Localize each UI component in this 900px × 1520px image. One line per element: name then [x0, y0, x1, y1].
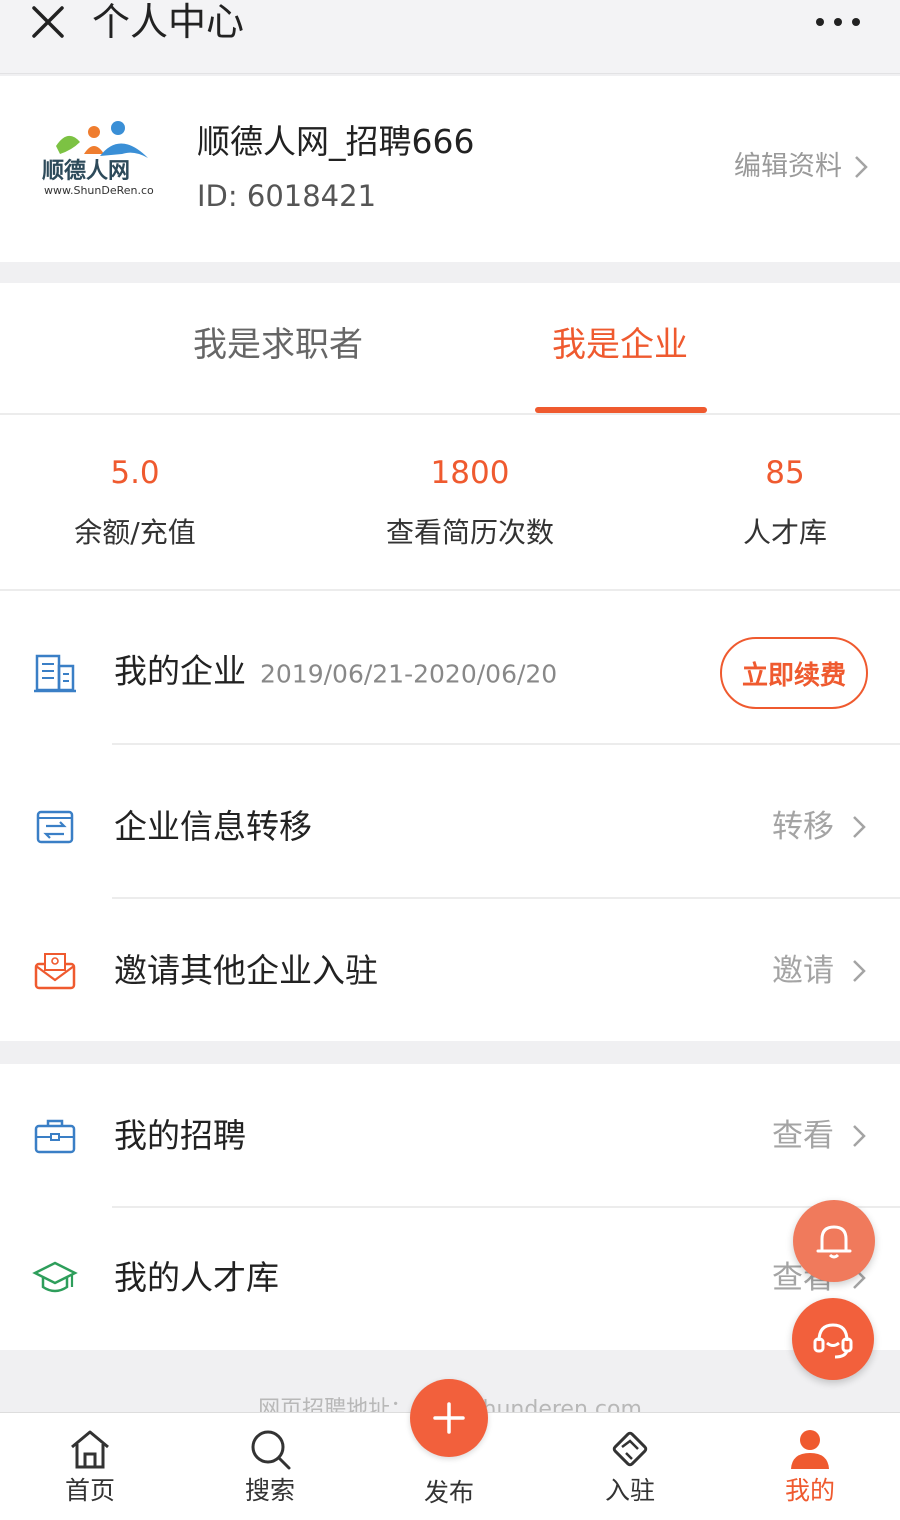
nav-label: 搜索 — [244, 1476, 295, 1505]
nav-label: 我的 — [784, 1476, 835, 1505]
edit-profile-label: 编辑资料 — [734, 151, 842, 182]
enterprise-card: 我是求职者 我是企业 5.0 余额/充值 1800 查看简历次数 85 人才库 — [0, 283, 900, 1041]
row-title: 我的企业 — [114, 651, 246, 691]
row-action-label: 邀请 — [772, 953, 834, 989]
nav-home[interactable]: 首页 — [30, 1427, 150, 1507]
nav-mine[interactable]: 我的 — [750, 1427, 870, 1507]
svg-text:顺德人网: 顺德人网 — [42, 158, 130, 184]
stat-value: 85 — [765, 455, 805, 491]
row-title: 我的招聘 — [114, 1116, 246, 1155]
chevron-right-icon — [853, 960, 866, 982]
top-bar: 个人中心 — [0, 0, 900, 74]
edit-profile-link[interactable]: 编辑资料 — [734, 150, 868, 184]
row-my-enterprise[interactable]: 我的企业 2019/06/21-2020/06/20 立即续费 — [0, 601, 900, 745]
publish-button[interactable] — [410, 1379, 488, 1457]
row-action-label: 转移 — [772, 809, 834, 845]
view-recruitment-link[interactable]: 查看 — [772, 1116, 866, 1156]
envelope-icon — [34, 953, 76, 990]
divider — [112, 743, 900, 745]
customer-service-button[interactable] — [792, 1298, 874, 1380]
briefcase-icon — [34, 1119, 76, 1154]
stat-balance[interactable]: 5.0 余额/充值 — [5, 453, 265, 551]
row-my-talent-pool[interactable]: 我的人才库 查看 — [0, 1206, 900, 1350]
row-title: 邀请其他企业入驻 — [114, 951, 378, 990]
nav-search[interactable]: 搜索 — [210, 1427, 330, 1507]
row-enterprise-transfer[interactable]: 企业信息转移 转移 — [0, 755, 900, 899]
transfer-icon — [36, 810, 74, 844]
stat-value: 5.0 — [110, 455, 160, 491]
search-icon — [251, 1430, 291, 1470]
stat-value: 1800 — [430, 455, 510, 491]
more-icon[interactable] — [810, 0, 866, 40]
bottom-nav: 首页 搜索 发布 入驻 我的 — [0, 1379, 900, 1520]
profile-name: 顺德人网_招聘666 — [197, 122, 475, 161]
profile-id: ID: 6018421 — [197, 179, 377, 213]
home-icon — [71, 1430, 109, 1469]
page-title: 个人中心 — [92, 0, 245, 44]
headset-icon — [813, 1323, 853, 1359]
close-icon[interactable] — [28, 2, 68, 42]
stat-label: 查看简历次数 — [385, 516, 554, 549]
brand-logo: 顺德人网 www.ShunDeRen.co — [42, 121, 154, 197]
tab-enterprise[interactable]: 我是企业 — [470, 323, 770, 367]
user-icon — [791, 1430, 829, 1469]
nav-join[interactable]: 入驻 — [570, 1427, 690, 1507]
tab-active-indicator — [535, 407, 707, 413]
nav-label: 首页 — [64, 1476, 115, 1505]
transfer-link[interactable]: 转移 — [772, 807, 866, 847]
recruitment-card: 我的招聘 查看 我的人才库 查看 — [0, 1064, 900, 1350]
plus-icon — [433, 1402, 465, 1434]
nav-label-publish[interactable]: 发布 — [389, 1477, 509, 1509]
stats-bar: 5.0 余额/充值 1800 查看简历次数 85 人才库 — [0, 417, 900, 591]
chevron-right-icon — [853, 1125, 866, 1147]
renew-button[interactable]: 立即续费 — [720, 637, 868, 709]
invite-link[interactable]: 邀请 — [772, 951, 866, 991]
row-action-label: 查看 — [772, 1118, 834, 1154]
handshake-icon — [612, 1431, 648, 1467]
stat-label: 人才库 — [742, 516, 827, 549]
building-icon — [34, 654, 76, 693]
graduation-cap-icon — [32, 1261, 78, 1293]
chevron-right-icon — [853, 816, 866, 838]
svg-text:www.ShunDeRen.co: www.ShunDeRen.co — [44, 184, 154, 197]
row-my-recruitment[interactable]: 我的招聘 查看 — [0, 1064, 900, 1208]
membership-period: 2019/06/21-2020/06/20 — [260, 659, 558, 689]
role-tabs: 我是求职者 我是企业 — [0, 283, 900, 415]
profile-card: 顺德人网 www.ShunDeRen.co 顺德人网_招聘666 ID: 601… — [0, 76, 900, 262]
row-title: 我的人才库 — [114, 1258, 279, 1297]
row-invite-enterprise[interactable]: 邀请其他企业入驻 邀请 — [0, 899, 900, 1043]
row-title: 企业信息转移 — [114, 807, 312, 846]
tab-job-seeker[interactable]: 我是求职者 — [128, 323, 428, 367]
stat-label: 余额/充值 — [74, 516, 196, 549]
stat-talent-pool[interactable]: 85 人才库 — [655, 453, 900, 551]
chevron-right-icon — [855, 156, 868, 178]
notification-button[interactable] — [793, 1200, 875, 1282]
row-label: 我的企业 2019/06/21-2020/06/20 — [114, 650, 557, 697]
nav-label: 入驻 — [604, 1476, 655, 1505]
bell-icon — [816, 1225, 852, 1259]
stat-resume-views[interactable]: 1800 查看简历次数 — [340, 453, 600, 551]
